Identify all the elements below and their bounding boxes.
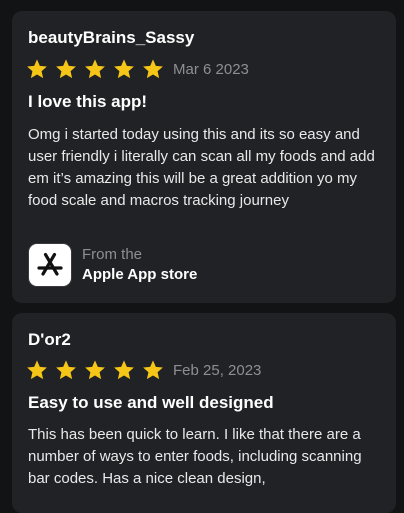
star-icon bbox=[113, 58, 135, 80]
star-icon bbox=[84, 58, 106, 80]
source-store-label: Apple App store bbox=[82, 266, 198, 283]
review-title: I love this app! bbox=[28, 92, 148, 111]
review-date: Mar 6 2023 bbox=[173, 60, 249, 78]
source-label: From the Apple App store bbox=[82, 245, 197, 285]
star-icon bbox=[26, 58, 48, 80]
star-icon bbox=[55, 58, 77, 80]
star-icon bbox=[84, 359, 106, 381]
star-rating bbox=[26, 359, 171, 381]
star-icon bbox=[113, 359, 135, 381]
source-from-label: From the bbox=[82, 246, 143, 263]
review-body: Omg i started today using this and its s… bbox=[28, 126, 375, 209]
review-card: beautyBrains_Sassy Mar 6 2023 I love thi… bbox=[12, 11, 396, 303]
star-icon bbox=[142, 58, 164, 80]
star-icon bbox=[55, 359, 77, 381]
review-source: From the Apple App store bbox=[28, 243, 197, 287]
review-card: D'or2 Feb 25, 2023 Easy to use and well … bbox=[12, 313, 396, 513]
rating-row: Mar 6 2023 bbox=[26, 57, 249, 81]
review-author: beautyBrains_Sassy bbox=[28, 28, 195, 47]
star-icon bbox=[142, 359, 164, 381]
star-icon bbox=[26, 359, 48, 381]
review-date: Feb 25, 2023 bbox=[173, 361, 262, 379]
rating-row: Feb 25, 2023 bbox=[26, 358, 261, 382]
review-body: This has been quick to learn. I like tha… bbox=[28, 426, 362, 487]
star-rating bbox=[26, 58, 171, 80]
review-title: Easy to use and well designed bbox=[28, 393, 274, 412]
review-author: D'or2 bbox=[28, 330, 71, 349]
app-store-icon bbox=[28, 243, 72, 287]
